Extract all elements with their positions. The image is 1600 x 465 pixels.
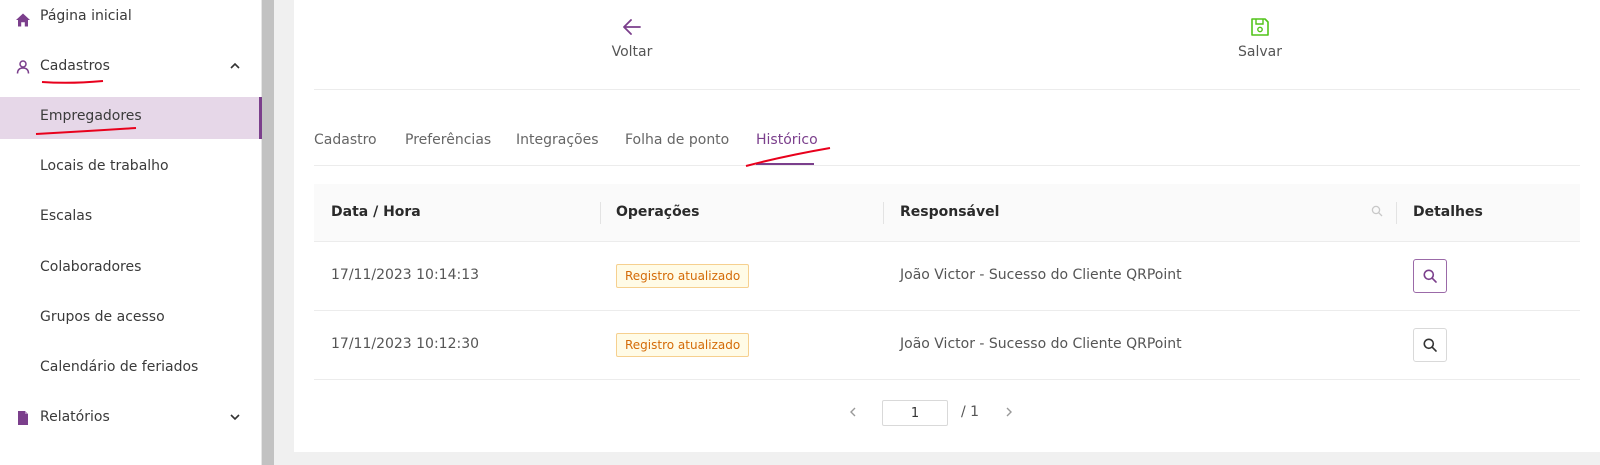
sidebar-item-label: Cadastros <box>40 58 110 74</box>
back-label: Voltar <box>611 44 653 60</box>
save-button[interactable]: Salvar <box>1220 16 1300 66</box>
chevron-left-icon[interactable] <box>846 405 860 419</box>
header-responsible: Responsável <box>900 204 1000 220</box>
page-total: / 1 <box>961 404 980 420</box>
status-badge: Registro atualizado <box>616 333 750 357</box>
sidebar-item-home[interactable]: Página inicial <box>0 0 262 42</box>
tab-integracoes[interactable]: Integrações <box>516 132 599 148</box>
sidebar-item-label: Grupos de acesso <box>40 309 165 325</box>
sidebar-item-escalas[interactable]: Escalas <box>0 197 262 239</box>
sidebar-scrollbar[interactable] <box>262 0 274 465</box>
tab-historico[interactable]: Histórico <box>756 132 818 148</box>
column-divider <box>883 202 884 224</box>
sidebar-item-locais-de-trabalho[interactable]: Locais de trabalho <box>0 147 262 189</box>
search-icon[interactable] <box>1371 205 1383 217</box>
active-tab-indicator <box>756 163 814 165</box>
header-datetime: Data / Hora <box>331 204 421 220</box>
header-operations: Operações <box>616 204 700 220</box>
header-details: Detalhes <box>1413 204 1483 220</box>
sidebar-item-colaboradores[interactable]: Colaboradores <box>0 248 262 290</box>
sidebar-item-label: Página inicial <box>40 8 132 24</box>
arrow-left-icon <box>623 19 641 35</box>
back-button[interactable]: Voltar <box>592 16 672 66</box>
main-panel: Voltar Salvar Cadastro Preferências Inte… <box>294 0 1600 452</box>
sidebar-item-grupos-de-acesso[interactable]: Grupos de acesso <box>0 298 262 340</box>
report-icon <box>14 409 32 427</box>
tab-folha-de-ponto[interactable]: Folha de ponto <box>625 132 729 148</box>
chevron-down-icon <box>230 414 240 421</box>
details-button[interactable] <box>1413 328 1447 362</box>
sidebar-item-empregadores[interactable]: Empregadores <box>0 97 262 139</box>
sidebar-item-calendario-de-feriados[interactable]: Calendário de feriados <box>0 348 262 390</box>
tab-cadastro[interactable]: Cadastro <box>314 132 377 148</box>
save-icon <box>1251 18 1269 36</box>
pagination: / 1 <box>844 400 1034 426</box>
divider <box>314 89 1580 90</box>
sidebar-item-label: Locais de trabalho <box>40 158 169 174</box>
search-icon <box>1423 269 1437 283</box>
sidebar-item-relatorios[interactable]: Relatórios <box>0 398 262 440</box>
row-responsible: João Victor - Sucesso do Cliente QRPoint <box>900 267 1182 283</box>
row-datetime: 17/11/2023 10:12:30 <box>331 336 480 352</box>
sidebar-item-cadastros[interactable]: Cadastros <box>0 47 262 89</box>
table-header: Data / Hora Operações Responsável Detalh… <box>314 184 1580 242</box>
sidebar-item-label: Relatórios <box>40 409 110 425</box>
user-icon <box>14 58 32 76</box>
details-button[interactable] <box>1413 259 1447 293</box>
history-table: Data / Hora Operações Responsável Detalh… <box>314 184 1580 380</box>
sidebar-item-label: Colaboradores <box>40 259 142 275</box>
row-responsible: João Victor - Sucesso do Cliente QRPoint <box>900 336 1182 352</box>
sidebar-item-label: Escalas <box>40 208 93 224</box>
sidebar-item-label: Empregadores <box>40 108 142 124</box>
chevron-right-icon[interactable] <box>1002 405 1016 419</box>
sidebar-item-label: Calendário de feriados <box>40 359 199 375</box>
home-icon <box>14 11 32 29</box>
save-label: Salvar <box>1238 44 1282 60</box>
column-divider <box>1396 202 1397 224</box>
page-input[interactable] <box>882 400 948 426</box>
table-row: 17/11/2023 10:14:13 Registro atualizado … <box>314 242 1580 311</box>
column-divider <box>600 202 601 224</box>
chevron-up-icon <box>230 62 240 69</box>
row-datetime: 17/11/2023 10:14:13 <box>331 267 480 283</box>
tabs: Cadastro Preferências Integrações Folha … <box>314 130 1580 167</box>
status-badge: Registro atualizado <box>616 264 750 288</box>
table-row: 17/11/2023 10:12:30 Registro atualizado … <box>314 311 1580 380</box>
sidebar: Página inicial Cadastros Empregadores Lo… <box>0 0 262 465</box>
tab-preferencias[interactable]: Preferências <box>405 132 491 148</box>
search-icon <box>1423 338 1437 352</box>
